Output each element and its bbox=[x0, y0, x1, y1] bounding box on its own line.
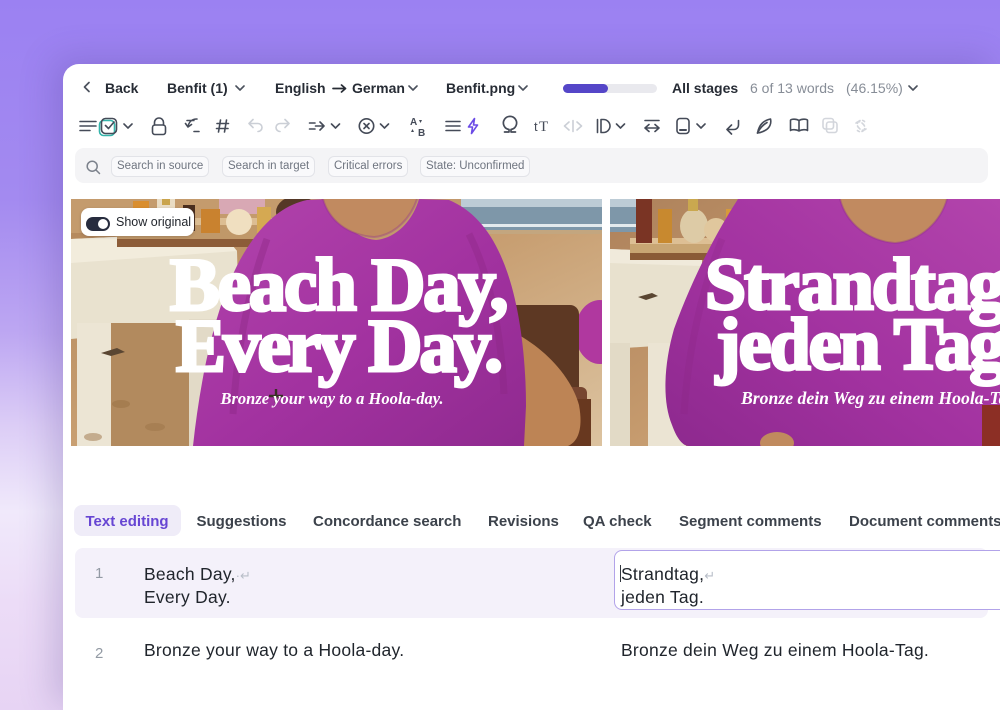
svg-text:B: B bbox=[418, 128, 425, 139]
svg-text:jeden Tag.: jeden Tag. bbox=[715, 304, 1000, 386]
svg-text:Bronze dein Weg zu einem Hoola: Bronze dein Weg zu einem Hoola-Tag. bbox=[740, 388, 1000, 408]
svg-text:A: A bbox=[410, 117, 417, 128]
svg-text:t: t bbox=[534, 119, 538, 134]
svg-text:Bronze your way to a Hoola-day: Bronze your way to a Hoola-day. bbox=[219, 389, 443, 408]
svg-text:T: T bbox=[539, 119, 548, 135]
svg-text:Every Day.: Every Day. bbox=[176, 305, 500, 388]
